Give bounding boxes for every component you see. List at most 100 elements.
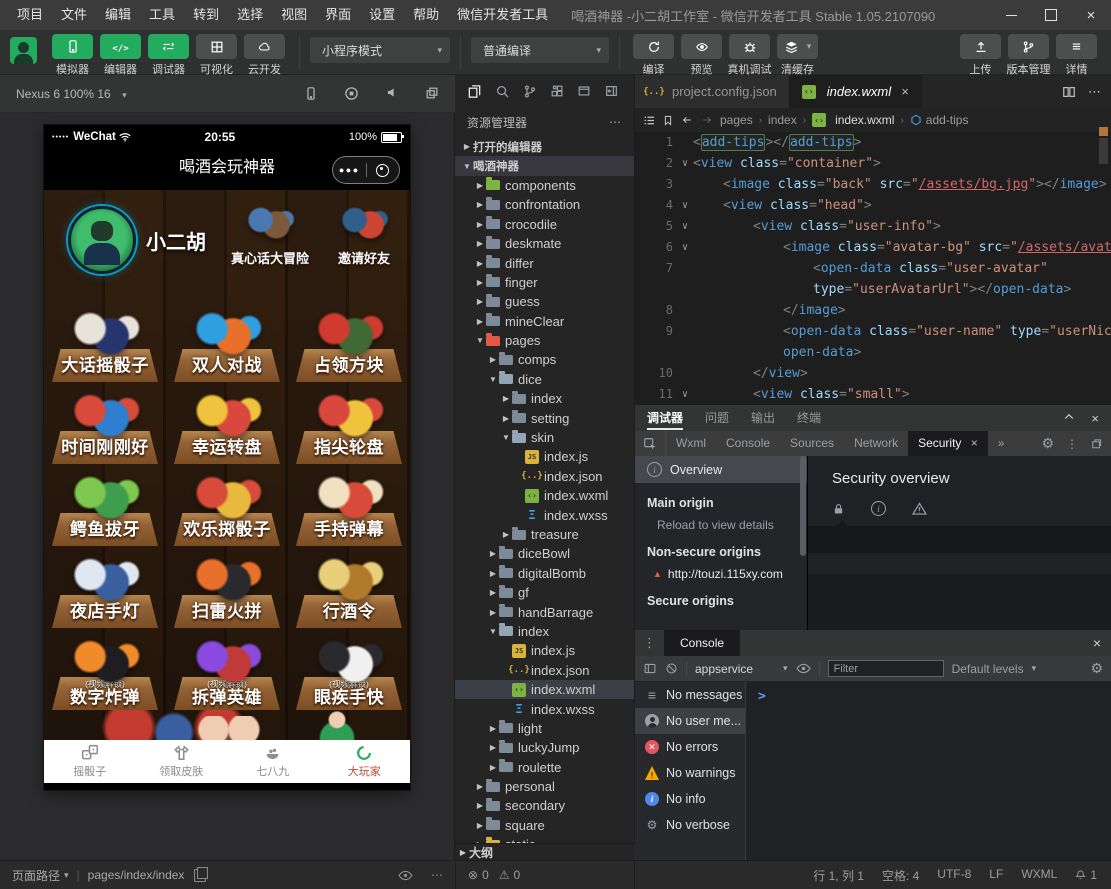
status-item[interactable]: 行 1, 列 1 <box>813 867 864 884</box>
tree-item[interactable]: ▶roulette <box>455 758 635 777</box>
tree-item[interactable]: ▶finger <box>455 273 635 292</box>
game-cell[interactable]: 鳄鱼拔牙 <box>44 466 166 548</box>
extensions-icon[interactable] <box>550 84 564 98</box>
tree-item[interactable]: ▶handBarrage <box>455 602 635 621</box>
outline-section[interactable]: ▶ 大纲 <box>455 843 635 860</box>
compile-mode-select[interactable]: 普通编译 ▾ <box>471 37 609 63</box>
gear-icon[interactable]: ⚙ <box>1090 660 1103 677</box>
toolbar-button[interactable]: 可视化 <box>193 34 240 77</box>
fold-icon[interactable]: ∨ <box>677 153 693 174</box>
menu-item[interactable]: 项目 <box>8 0 52 30</box>
breadcrumb-item[interactable]: ‹›index.wxml <box>812 113 894 127</box>
collapse-icon[interactable] <box>1063 411 1075 426</box>
breadcrumb-item[interactable]: pages <box>720 113 753 127</box>
windows-icon[interactable] <box>425 86 439 101</box>
breadcrumb-item[interactable]: index <box>768 113 797 127</box>
game-cell[interactable]: 手持弹幕 <box>288 466 410 548</box>
eye-icon[interactable] <box>398 870 413 881</box>
fold-icon[interactable]: ∨ <box>677 237 693 258</box>
tree-item[interactable]: ▼喝酒神器 <box>455 156 635 175</box>
tree-item[interactable]: ▶digitalBomb <box>455 564 635 583</box>
problems-indicator[interactable]: ⊗ 0 ⚠ 0 <box>455 861 635 889</box>
menu-item[interactable]: 界面 <box>316 0 360 30</box>
menu-item[interactable]: 转到 <box>184 0 228 30</box>
device-selector[interactable]: Nexus 6 100% 16 ▾ <box>16 87 127 101</box>
game-cell[interactable]: 双人对战 <box>166 302 288 384</box>
game-cell[interactable]: (视频解锁)数字炸弹 <box>44 630 166 712</box>
close-icon[interactable]: × <box>967 436 977 450</box>
tree-item[interactable]: ▼dice <box>455 370 635 389</box>
close-icon[interactable]: × <box>1093 635 1111 651</box>
tree-item[interactable]: ▶打开的编辑器 <box>455 137 635 156</box>
toolbar-button[interactable]: 预览 <box>678 34 725 77</box>
toolbar-button[interactable]: </>编辑器 <box>97 34 144 77</box>
maximize-button[interactable] <box>1031 0 1071 30</box>
toolbar-button[interactable]: 调试器 <box>145 34 192 77</box>
tree-item[interactable]: ▶light <box>455 719 635 738</box>
inspect-element-icon[interactable] <box>635 431 666 456</box>
menu-item[interactable]: 设置 <box>360 0 404 30</box>
tree-item[interactable]: ▶crocodile <box>455 215 635 234</box>
tree-item[interactable]: ▶mineClear <box>455 312 635 331</box>
menu-item[interactable]: 视图 <box>272 0 316 30</box>
player-avatar[interactable] <box>68 206 136 274</box>
back-icon[interactable] <box>680 114 694 126</box>
tree-item[interactable]: ▶comps <box>455 350 635 369</box>
capsule-menu[interactable]: ●●● <box>332 156 400 184</box>
security-overview-item[interactable]: i Overview <box>635 456 807 483</box>
console-filter-item[interactable]: No user me... <box>635 708 745 734</box>
devtools-tab[interactable]: Network <box>844 431 908 456</box>
game-cell[interactable]: (视频解锁)眼疾手快 <box>288 630 410 712</box>
tree-item[interactable]: ‹›index.wxml <box>455 680 635 699</box>
tabbar-item[interactable]: 领取皮肤 <box>136 740 228 783</box>
page-path-label[interactable]: 页面路径 <box>12 867 60 884</box>
clear-console-icon[interactable] <box>665 662 678 675</box>
close-icon[interactable]: × <box>1091 411 1099 426</box>
debugger-tab[interactable]: 调试器 <box>647 405 683 431</box>
tree-item[interactable]: ▶components <box>455 176 635 195</box>
tree-item[interactable]: {..}index.json <box>455 467 635 486</box>
eye-icon[interactable] <box>796 663 811 674</box>
game-cell[interactable]: 幸运转盘 <box>166 384 288 466</box>
tree-item[interactable]: ▶differ <box>455 253 635 272</box>
files-icon[interactable] <box>467 84 482 99</box>
menu-item[interactable]: 工具 <box>140 0 184 30</box>
game-cell[interactable]: 欢乐掷骰子 <box>166 466 288 548</box>
game-cell[interactable]: 时间刚刚好 <box>44 384 166 466</box>
notifications-button[interactable]: 1 <box>1075 868 1097 882</box>
toolbar-button[interactable]: 版本管理 <box>1005 34 1052 77</box>
layout-icon[interactable] <box>604 84 619 98</box>
editor-tab[interactable]: {..}project.config.json <box>635 75 790 108</box>
exit-icon[interactable] <box>367 164 400 177</box>
devtools-tab[interactable]: Wxml <box>666 431 716 456</box>
tree-item[interactable]: Ξindex.wxss <box>455 505 635 524</box>
close-button[interactable]: × <box>1071 0 1111 30</box>
tree-item[interactable]: ▶index <box>455 389 635 408</box>
search-icon[interactable] <box>495 84 510 99</box>
debugger-tab[interactable]: 终端 <box>797 405 821 431</box>
status-item[interactable]: WXML <box>1021 867 1057 884</box>
editor-tab[interactable]: ‹›index.wxml× <box>790 75 922 108</box>
tabbar-item[interactable]: 摇骰子 <box>44 740 136 783</box>
levels-select[interactable]: Default levels ▾ <box>952 662 1037 676</box>
game-cell[interactable]: 占领方块 <box>288 302 410 384</box>
game-cell[interactable]: (视频解锁)拆弹英雄 <box>166 630 288 712</box>
console-filter-item[interactable]: iNo info <box>635 786 745 812</box>
kebab-menu-icon[interactable]: ⋮ <box>1066 437 1078 451</box>
fold-icon[interactable]: ∨ <box>677 195 693 216</box>
toolbar-button[interactable]: 编译 <box>630 34 677 77</box>
fold-icon[interactable]: ∨ <box>677 384 693 405</box>
context-select[interactable]: appservice ▾ <box>695 662 788 676</box>
console-tab[interactable]: Console <box>664 630 740 656</box>
quick-item[interactable]: 真心话大冒险 <box>224 204 316 267</box>
minimize-button[interactable] <box>991 0 1031 30</box>
tree-item[interactable]: ▶square <box>455 816 635 835</box>
menu-item[interactable]: 编辑 <box>96 0 140 30</box>
console-filter-item[interactable]: ⚙No verbose <box>635 812 745 838</box>
game-cell[interactable]: 大话摇骰子 <box>44 302 166 384</box>
menu-item[interactable]: 帮助 <box>404 0 448 30</box>
undock-icon[interactable] <box>1090 438 1103 450</box>
tabbar-item[interactable]: 大玩家 <box>319 740 411 783</box>
tree-item[interactable]: ▶setting <box>455 408 635 427</box>
gear-icon[interactable]: ⚙ <box>1041 435 1054 452</box>
